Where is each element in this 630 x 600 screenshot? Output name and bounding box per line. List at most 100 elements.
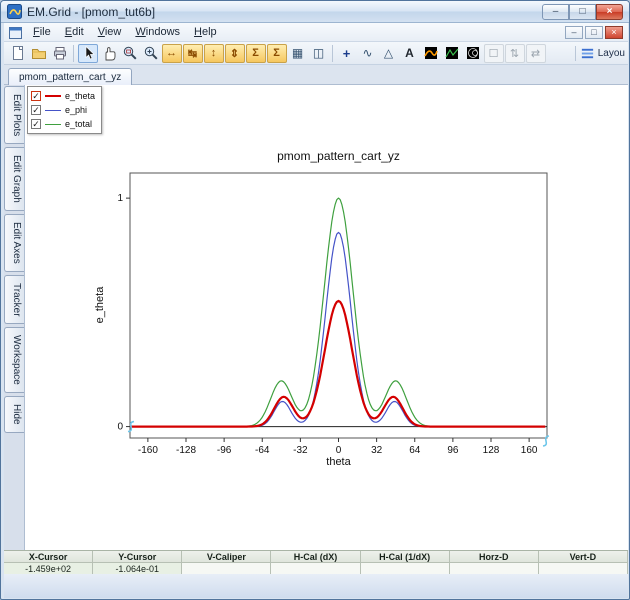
mdi-close-button[interactable]: × <box>605 25 623 39</box>
minimize-button[interactable]: – <box>542 3 569 20</box>
status-header-h-cal-1-dx: H-Cal (1/dX) <box>360 551 450 563</box>
dark-plot-icon[interactable] <box>442 44 462 63</box>
mdi-window-controls: – □ × <box>565 25 625 39</box>
layout-lines-icon <box>581 48 593 58</box>
close-button[interactable]: × <box>596 3 623 20</box>
toolbar-separator <box>332 44 333 62</box>
menu-bar: File Edit View Windows Help – □ × <box>4 23 628 42</box>
legend-line-sample <box>45 95 61 97</box>
x-tick-label: -32 <box>293 445 308 456</box>
x-tick-label: 128 <box>483 445 500 456</box>
legend-label: e_phi <box>65 105 88 115</box>
window-controls: – □ × <box>542 3 623 20</box>
status-header-x-cursor: X-Cursor <box>4 551 94 563</box>
zoom-window-icon[interactable] <box>120 44 140 63</box>
marker-plot-icon[interactable]: △ <box>379 44 399 63</box>
chart-title: pmom_pattern_cart_yz <box>277 149 400 163</box>
legend-item-e-phi[interactable]: ✓ e_phi <box>31 103 95 117</box>
x-tick-label: 64 <box>409 445 421 456</box>
side-tab-strip: Edit Plots Edit Graph Edit Axes Tracker Work… <box>4 85 24 550</box>
status-header-y-cursor: Y-Cursor <box>93 551 183 563</box>
sync-horizontal-icon[interactable]: ⇄ <box>525 43 546 63</box>
title-bar: EM.Grid - [pmom_tut6b] – □ × <box>1 1 629 23</box>
layers-toggle-icon[interactable]: ☐ <box>483 43 504 63</box>
menu-edit[interactable]: Edit <box>58 24 91 40</box>
x-tick-label: -96 <box>217 445 232 456</box>
menu-windows[interactable]: Windows <box>128 24 187 40</box>
open-folder-icon[interactable] <box>29 44 49 63</box>
maximize-button[interactable]: □ <box>569 3 596 20</box>
legend-line-sample <box>45 109 61 111</box>
fit-height-icon[interactable]: ↕ <box>203 43 224 63</box>
legend-item-e-theta[interactable]: ✓ e_theta <box>31 89 95 103</box>
side-tab-hide[interactable]: Hide <box>4 396 24 433</box>
fit-x-limits-icon[interactable]: ↹ <box>182 43 203 63</box>
status-header-h-cal-dx: H-Cal (dX) <box>271 551 361 563</box>
status-header-vert-d: Vert-D <box>538 551 628 563</box>
colormap-icon[interactable] <box>421 44 441 63</box>
mdi-restore-button[interactable]: □ <box>585 25 603 39</box>
window-bottom-frame <box>4 574 628 598</box>
sync-vertical-icon[interactable]: ⇅ <box>504 43 525 63</box>
side-tab-tracker[interactable]: Tracker <box>4 274 24 325</box>
menu-help[interactable]: Help <box>187 24 224 40</box>
fit-y-limits-icon[interactable]: ⇕ <box>224 43 245 63</box>
text-label-icon[interactable]: A <box>400 44 420 63</box>
series-line-e-total[interactable] <box>130 197 546 428</box>
x-tick-label: -128 <box>176 445 196 456</box>
side-tab-edit-axes[interactable]: Edit Axes <box>4 214 24 272</box>
legend-checkbox-e-total[interactable]: ✓ <box>31 119 41 129</box>
select-tool-icon[interactable] <box>77 43 98 63</box>
side-tab-edit-plots[interactable]: Edit Plots <box>4 86 24 145</box>
legend-label: e_total <box>65 119 93 129</box>
plot-area: -160 -128 -96 -64 -32 0 32 64 96 128 160 0 1 pmom_pa… <box>24 85 628 550</box>
legend-label: e_theta <box>65 91 96 101</box>
plot-frame <box>129 172 548 439</box>
document-icon <box>9 26 22 39</box>
x-tick-label: 0 <box>336 445 342 456</box>
toolbar-separator <box>73 44 74 62</box>
add-curve-icon[interactable]: + <box>337 44 357 63</box>
status-bar: X-Cursor Y-Cursor V-Caliper H-Cal (dX) H-Cal… <box>4 550 628 575</box>
menu-file[interactable]: File <box>26 24 58 40</box>
side-tab-workspace[interactable]: Workspace <box>4 327 24 394</box>
layout-label: Layou <box>597 47 625 59</box>
legend-checkbox-e-theta[interactable]: ✓ <box>31 91 41 101</box>
fit-width-icon[interactable]: ↔ <box>161 43 182 63</box>
x-tick-label: -64 <box>255 445 270 456</box>
tab-pmom-pattern-cart-yz[interactable]: pmom_pattern_cart_yz <box>8 68 133 85</box>
layout-control[interactable]: Layou <box>574 45 625 61</box>
legend: ✓ e_theta ✓ e_phi ✓ e_total <box>27 86 103 134</box>
app-window: EM.Grid - [pmom_tut6b] – □ × File Edit Vie… <box>0 0 630 600</box>
side-tab-edit-graph[interactable]: Edit Graph <box>4 147 24 212</box>
menu-items: File Edit View Windows Help <box>26 24 224 40</box>
line-plot-icon[interactable]: ∿ <box>358 44 378 63</box>
x-tick-label: 160 <box>521 445 538 456</box>
print-icon[interactable] <box>50 44 70 63</box>
x-tick-label: -160 <box>138 445 158 456</box>
smith-chart-icon[interactable] <box>463 44 483 63</box>
toolbar: ↔ ↹ ↕ ⇕ Σ Σ ▦ ◫ + ∿ △ A ☐ ⇅ ⇄ Layou <box>4 42 628 65</box>
graph-view-icon[interactable]: ◫ <box>309 44 329 63</box>
status-header-v-caliper: V-Caliper <box>182 551 272 563</box>
table-view-icon[interactable]: ▦ <box>288 44 308 63</box>
mdi-minimize-button[interactable]: – <box>565 25 583 39</box>
legend-checkbox-e-phi[interactable]: ✓ <box>31 105 41 115</box>
tab-bar: pmom_pattern_cart_yz <box>4 65 628 85</box>
series-line-e-phi[interactable] <box>130 231 546 428</box>
legend-item-e-total[interactable]: ✓ e_total <box>31 117 95 131</box>
autoscale-all-icon[interactable]: Σ <box>266 43 287 63</box>
pan-tool-icon[interactable] <box>99 44 119 63</box>
series-line-e-theta[interactable] <box>130 299 546 428</box>
app-icon <box>7 4 22 19</box>
legend-line-sample <box>45 123 61 125</box>
x-axis-label: theta <box>326 456 351 468</box>
status-header-horz-d: Horz-D <box>449 551 539 563</box>
zoom-in-icon[interactable] <box>141 44 161 63</box>
menu-view[interactable]: View <box>91 24 129 40</box>
x-tick-label: 32 <box>371 445 383 456</box>
y-tick-label: 0 <box>117 422 123 433</box>
y-tick-label: 1 <box>117 193 123 204</box>
autoscale-icon[interactable]: Σ <box>245 43 266 63</box>
new-document-icon[interactable] <box>8 44 28 63</box>
